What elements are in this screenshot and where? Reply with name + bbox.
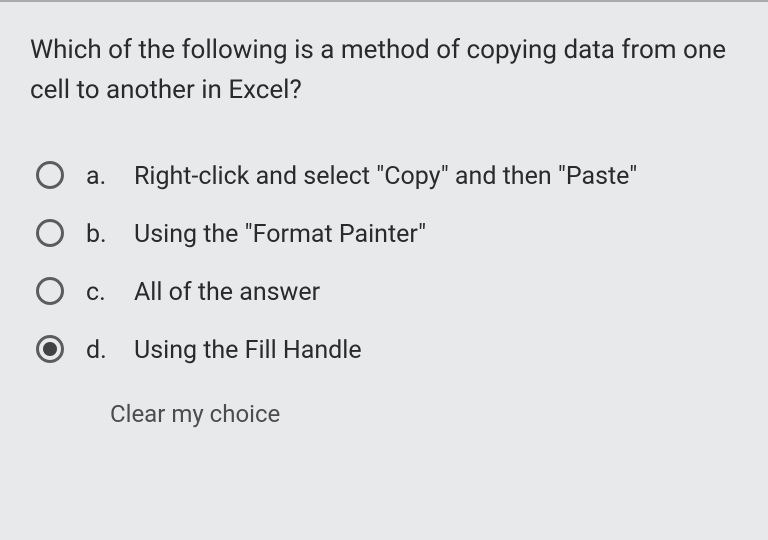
- option-a[interactable]: a. Right-click and select "Copy" and the…: [36, 159, 738, 195]
- radio-c[interactable]: [36, 277, 64, 305]
- radio-b[interactable]: [36, 219, 64, 247]
- option-letter: a.: [86, 159, 110, 195]
- quiz-question: Which of the following is a method of co…: [0, 0, 768, 428]
- option-letter: d.: [86, 333, 110, 369]
- option-text: Right-click and select "Copy" and then "…: [134, 159, 637, 195]
- option-text: Using the "Format Painter": [134, 217, 426, 253]
- option-letter: c.: [86, 275, 110, 311]
- option-c[interactable]: c. All of the answer: [36, 275, 738, 311]
- radio-a[interactable]: [36, 161, 64, 189]
- option-text: All of the answer: [134, 275, 320, 311]
- option-d[interactable]: d. Using the Fill Handle: [36, 333, 738, 369]
- option-letter: b.: [86, 217, 110, 253]
- options-list: a. Right-click and select "Copy" and the…: [30, 159, 738, 370]
- option-text: Using the Fill Handle: [134, 333, 362, 369]
- clear-choice-link[interactable]: Clear my choice: [110, 400, 738, 428]
- option-b[interactable]: b. Using the "Format Painter": [36, 217, 738, 253]
- radio-d[interactable]: [36, 335, 64, 363]
- question-text: Which of the following is a method of co…: [30, 30, 738, 111]
